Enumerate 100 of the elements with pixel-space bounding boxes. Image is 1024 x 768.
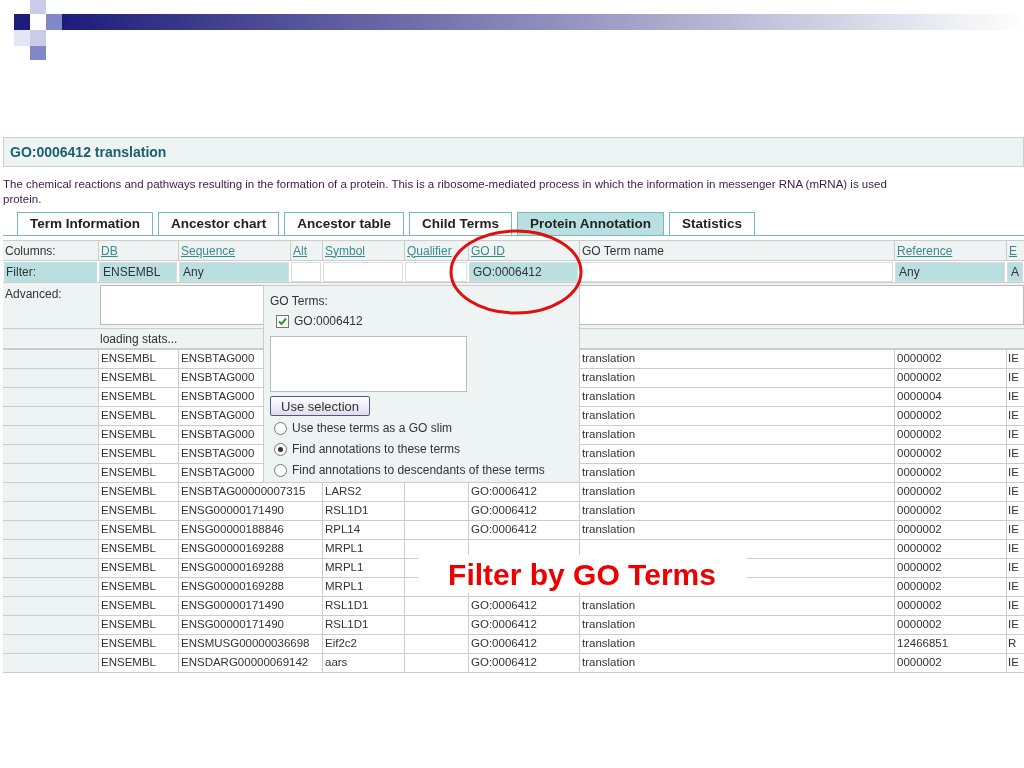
description-text: protein. (3, 192, 42, 207)
table-cell-text: 0000002 (897, 446, 942, 462)
filter-field[interactable] (580, 262, 893, 282)
column-header-link[interactable]: Sequence (181, 241, 236, 260)
table-cell-text: IE (1008, 522, 1019, 538)
table-cell-text: Eif2c2 (325, 636, 357, 652)
filter-field[interactable] (291, 262, 321, 282)
row-label: Columns: (4, 242, 57, 260)
tab[interactable]: Child Terms (409, 212, 513, 235)
table-cell-text: ENSDARG00000069142 (181, 655, 309, 671)
radio-button[interactable] (274, 421, 287, 435)
column-header: GO Term name (582, 242, 664, 260)
tab[interactable]: Ancestor chart (158, 212, 280, 235)
table-cell-text: translation (582, 617, 636, 633)
table-cell-text: ENSEMBL (101, 465, 156, 481)
table-cell-text: ENSBTAG000 (181, 427, 255, 443)
table-cell-text: 0000002 (897, 522, 942, 538)
table-cell-text: ENSEMBL (101, 579, 156, 595)
tab[interactable]: Ancestor table (284, 212, 405, 235)
advanced-field[interactable] (579, 285, 1024, 325)
table-cell-text: translation (582, 370, 636, 386)
table-cell-text: 0000002 (897, 503, 942, 519)
tab[interactable]: Statistics (669, 212, 756, 235)
table-cell-text: 0000002 (897, 560, 942, 576)
table-cell-text: GO:0006412 (471, 503, 537, 519)
table-cell-text: 0000002 (897, 617, 942, 633)
table-cell-text: ENSBTAG000 (181, 408, 255, 424)
table-cell-text: ENSEMBL (101, 617, 156, 633)
column-header-link[interactable]: E (1009, 241, 1017, 260)
table-cell-text: ENSEMBL (101, 560, 156, 576)
table-cell-text: ENSEMBL (101, 370, 156, 386)
checkbox[interactable] (276, 314, 289, 328)
status-text: loading stats... (99, 330, 179, 348)
column-header-link[interactable]: DB (101, 241, 118, 260)
table-cell-text: translation (582, 636, 636, 652)
column-header-link[interactable]: Symbol (325, 241, 365, 260)
table-cell-text: ENSEMBL (101, 636, 156, 652)
table-cell-text: IE (1008, 389, 1019, 405)
table-cell-text: RSL1D1 (325, 598, 369, 614)
table-cell-text: 0000002 (897, 465, 942, 481)
row-label: Filter: (4, 262, 97, 282)
filter-field[interactable] (323, 262, 403, 282)
table-cell-text: IE (1008, 370, 1019, 386)
table-cell-text: IE (1008, 427, 1019, 443)
column-header-link[interactable]: Qualifier (407, 241, 452, 260)
table-cell-text: ENSG00000169288 (181, 541, 284, 557)
table-cell-text: ENSEMBL (101, 541, 156, 557)
table-cell-text: 0000002 (897, 427, 942, 443)
table-cell-text: ENSEMBL (101, 427, 156, 443)
filter-field[interactable]: Any (179, 262, 289, 282)
table-cell-text: translation (582, 351, 636, 367)
table-cell-text: IE (1008, 541, 1019, 557)
use-selection-button[interactable]: Use selection (270, 396, 371, 416)
filter-field[interactable]: ENSEMBL (99, 262, 177, 282)
filter-field[interactable]: A (1007, 262, 1023, 282)
table-cell-text: ENSG00000171490 (181, 503, 284, 519)
table-cell-text: translation (582, 446, 636, 462)
table-cell-text: ENSEMBL (101, 446, 156, 462)
table-cell-text: translation (582, 408, 636, 424)
filter-field[interactable]: GO:0006412 (469, 262, 578, 282)
table-cell-text: ENSEMBL (101, 484, 156, 500)
table-cell-text: IE (1008, 446, 1019, 462)
table-cell-text: translation (582, 484, 636, 500)
column-header-link[interactable]: GO ID (471, 241, 505, 260)
table-cell-text: RPL14 (325, 522, 361, 538)
table-cell-text: IE (1008, 598, 1019, 614)
table-cell-text: translation (582, 522, 636, 538)
table-cell-text: GO:0006412 (471, 484, 537, 500)
tab[interactable]: Term Information (17, 212, 153, 235)
terms-text-area[interactable] (270, 336, 467, 392)
table-cell-text: IE (1008, 655, 1019, 671)
radio-button[interactable] (274, 442, 287, 456)
radio-button[interactable] (274, 463, 287, 477)
table-cell-text: ENSBTAG00000007315 (181, 484, 306, 500)
column-header-link[interactable]: Alt (293, 241, 307, 260)
table-cell-text: 0000002 (897, 579, 942, 595)
filter-field[interactable]: Any (895, 262, 1005, 282)
table-cell-text: translation (582, 655, 636, 671)
filter-field[interactable] (405, 262, 467, 282)
table-cell-text: 0000002 (897, 655, 942, 671)
option-label: Find annotations to these terms (292, 441, 461, 458)
row-label: Advanced: (4, 286, 63, 303)
table-cell-text: ENSBTAG000 (181, 351, 255, 367)
table-cell-text: translation (582, 427, 636, 443)
table-cell-text: IE (1008, 484, 1019, 500)
table-cell-text: ENSG00000169288 (181, 560, 284, 576)
table-cell-text: 0000002 (897, 408, 942, 424)
table-cell-text: ENSEMBL (101, 503, 156, 519)
table-cell-text: MRPL1 (325, 541, 364, 557)
term-title: GO:0006412 translation (10, 142, 167, 162)
tab[interactable]: Protein Annotation (517, 212, 665, 235)
table-cell-text: ENSEMBL (101, 408, 156, 424)
table-cell-text: aars (325, 655, 348, 671)
option-label: Use these terms as a GO slim (292, 420, 453, 437)
table-cell-text: 0000002 (897, 370, 942, 386)
table-cell-text: GO:0006412 (471, 617, 537, 633)
column-header-link[interactable]: Reference (897, 241, 953, 260)
option-label: Find annotations to descendants of these terms (292, 462, 545, 479)
table-cell-text: 12466851 (897, 636, 949, 652)
table-cell-text: ENSG00000188846 (181, 522, 284, 538)
